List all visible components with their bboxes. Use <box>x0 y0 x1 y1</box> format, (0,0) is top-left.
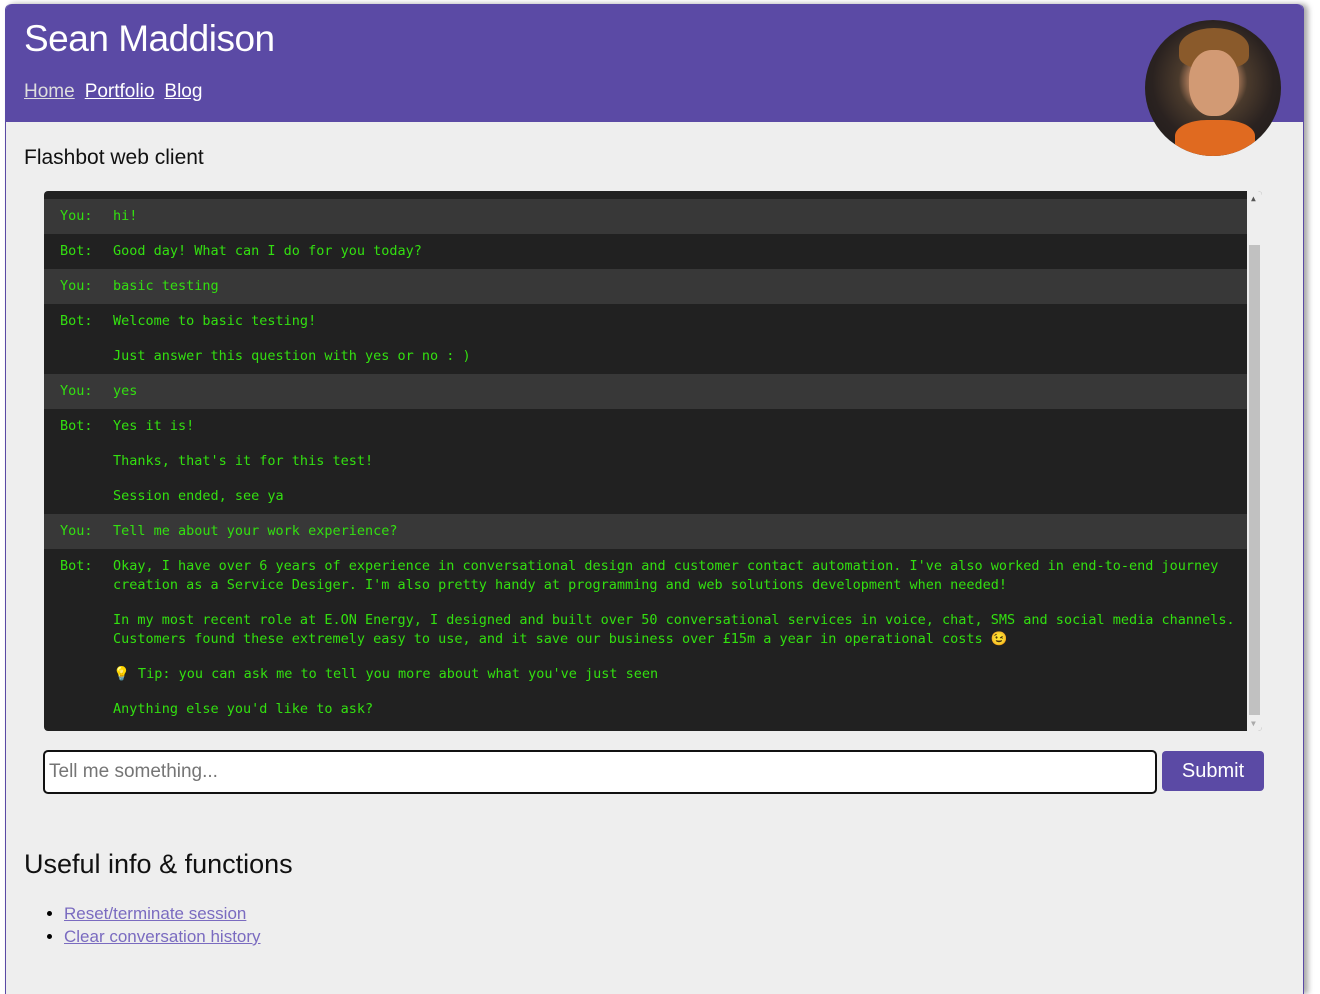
user-message: You: hi! <box>44 199 1247 234</box>
page: Sean Maddison Home Portfolio Blog Flashbot… <box>5 4 1304 994</box>
message-body: hi! <box>113 207 137 226</box>
message-body: Good day! What can I do for you today? <box>113 242 422 261</box>
sender-label: Bot: <box>60 313 93 329</box>
section-title: Flashbot web client <box>24 146 204 169</box>
function-links: Reset/terminate session Clear conversati… <box>24 902 261 948</box>
sender-label: You: <box>60 208 93 224</box>
message-line: Tell me about your work experience? <box>113 523 398 539</box>
message-body: Yes it is! Thanks, that's it for this tes… <box>113 417 373 506</box>
nav: Home Portfolio Blog <box>24 81 212 103</box>
user-message: You: Tell me about your work experience? <box>44 514 1247 549</box>
chat-log: You: hi! Bot: Good day! What can I do for y… <box>44 191 1262 731</box>
message-line: Good day! What can I do for you today? <box>113 243 422 259</box>
message-line: Session ended, see ya <box>113 488 284 504</box>
message-input[interactable] <box>43 750 1157 794</box>
list-item: Clear conversation history <box>64 925 261 948</box>
scrollbar[interactable]: ▲ ▼ <box>1247 191 1262 731</box>
nav-portfolio[interactable]: Portfolio <box>85 81 155 102</box>
user-message: You: yes <box>44 374 1247 409</box>
reset-session-link[interactable]: Reset/terminate session <box>64 904 246 923</box>
message-line: Thanks, that's it for this test! <box>113 453 374 469</box>
sender-label: You: <box>60 523 93 539</box>
message-line: Welcome to basic testing! <box>113 313 317 329</box>
sender-label: Bot: <box>60 558 93 574</box>
message-line: 💡 Tip: you can ask me to tell you more a… <box>113 666 659 682</box>
avatar <box>1145 20 1281 156</box>
list-item: Reset/terminate session <box>64 902 261 925</box>
site-header: Sean Maddison Home Portfolio Blog <box>6 4 1303 122</box>
message-line: basic testing <box>113 278 219 294</box>
message-line: Just answer this question with yes or no… <box>113 348 471 364</box>
bot-message: Bot: Good day! What can I do for you toda… <box>44 234 1247 269</box>
message-line: In my most recent role at E.ON Energy, I… <box>113 612 1235 647</box>
scroll-down-icon[interactable]: ▼ <box>1251 719 1256 728</box>
message-body: Okay, I have over 6 years of experience … <box>113 557 1247 719</box>
message-body: yes <box>113 382 137 401</box>
bot-message: Bot: Yes it is! Thanks, that's it for this… <box>44 409 1247 514</box>
message-line: hi! <box>113 208 138 224</box>
submit-button[interactable]: Submit <box>1162 751 1264 791</box>
sender-label: You: <box>60 278 93 294</box>
useful-title: Useful info & functions <box>24 849 293 879</box>
user-message: You: basic testing <box>44 269 1247 304</box>
sender-label: You: <box>60 383 93 399</box>
sender-label: Bot: <box>60 243 93 259</box>
scrollbar-thumb[interactable] <box>1249 245 1260 715</box>
message-line: Anything else you'd like to ask? <box>113 701 374 717</box>
message-line: Yes it is! <box>113 418 195 434</box>
message-line: Okay, I have over 6 years of experience … <box>113 558 1219 593</box>
message-line: yes <box>113 383 138 399</box>
message-list: You: hi! Bot: Good day! What can I do for y… <box>44 199 1247 727</box>
nav-home[interactable]: Home <box>24 81 75 102</box>
site-title: Sean Maddison <box>24 18 275 59</box>
sender-label: Bot: <box>60 418 93 434</box>
message-body: Welcome to basic testing! Just answer thi… <box>113 312 471 366</box>
clear-history-link[interactable]: Clear conversation history <box>64 927 261 946</box>
message-body: Tell me about your work experience? <box>113 522 397 541</box>
scroll-up-icon[interactable]: ▲ <box>1251 194 1256 203</box>
bot-message: Bot: Welcome to basic testing! Just answer… <box>44 304 1247 374</box>
bot-message: Bot: Okay, I have over 6 years of experie… <box>44 549 1247 727</box>
nav-blog[interactable]: Blog <box>164 81 202 102</box>
message-body: basic testing <box>113 277 219 296</box>
